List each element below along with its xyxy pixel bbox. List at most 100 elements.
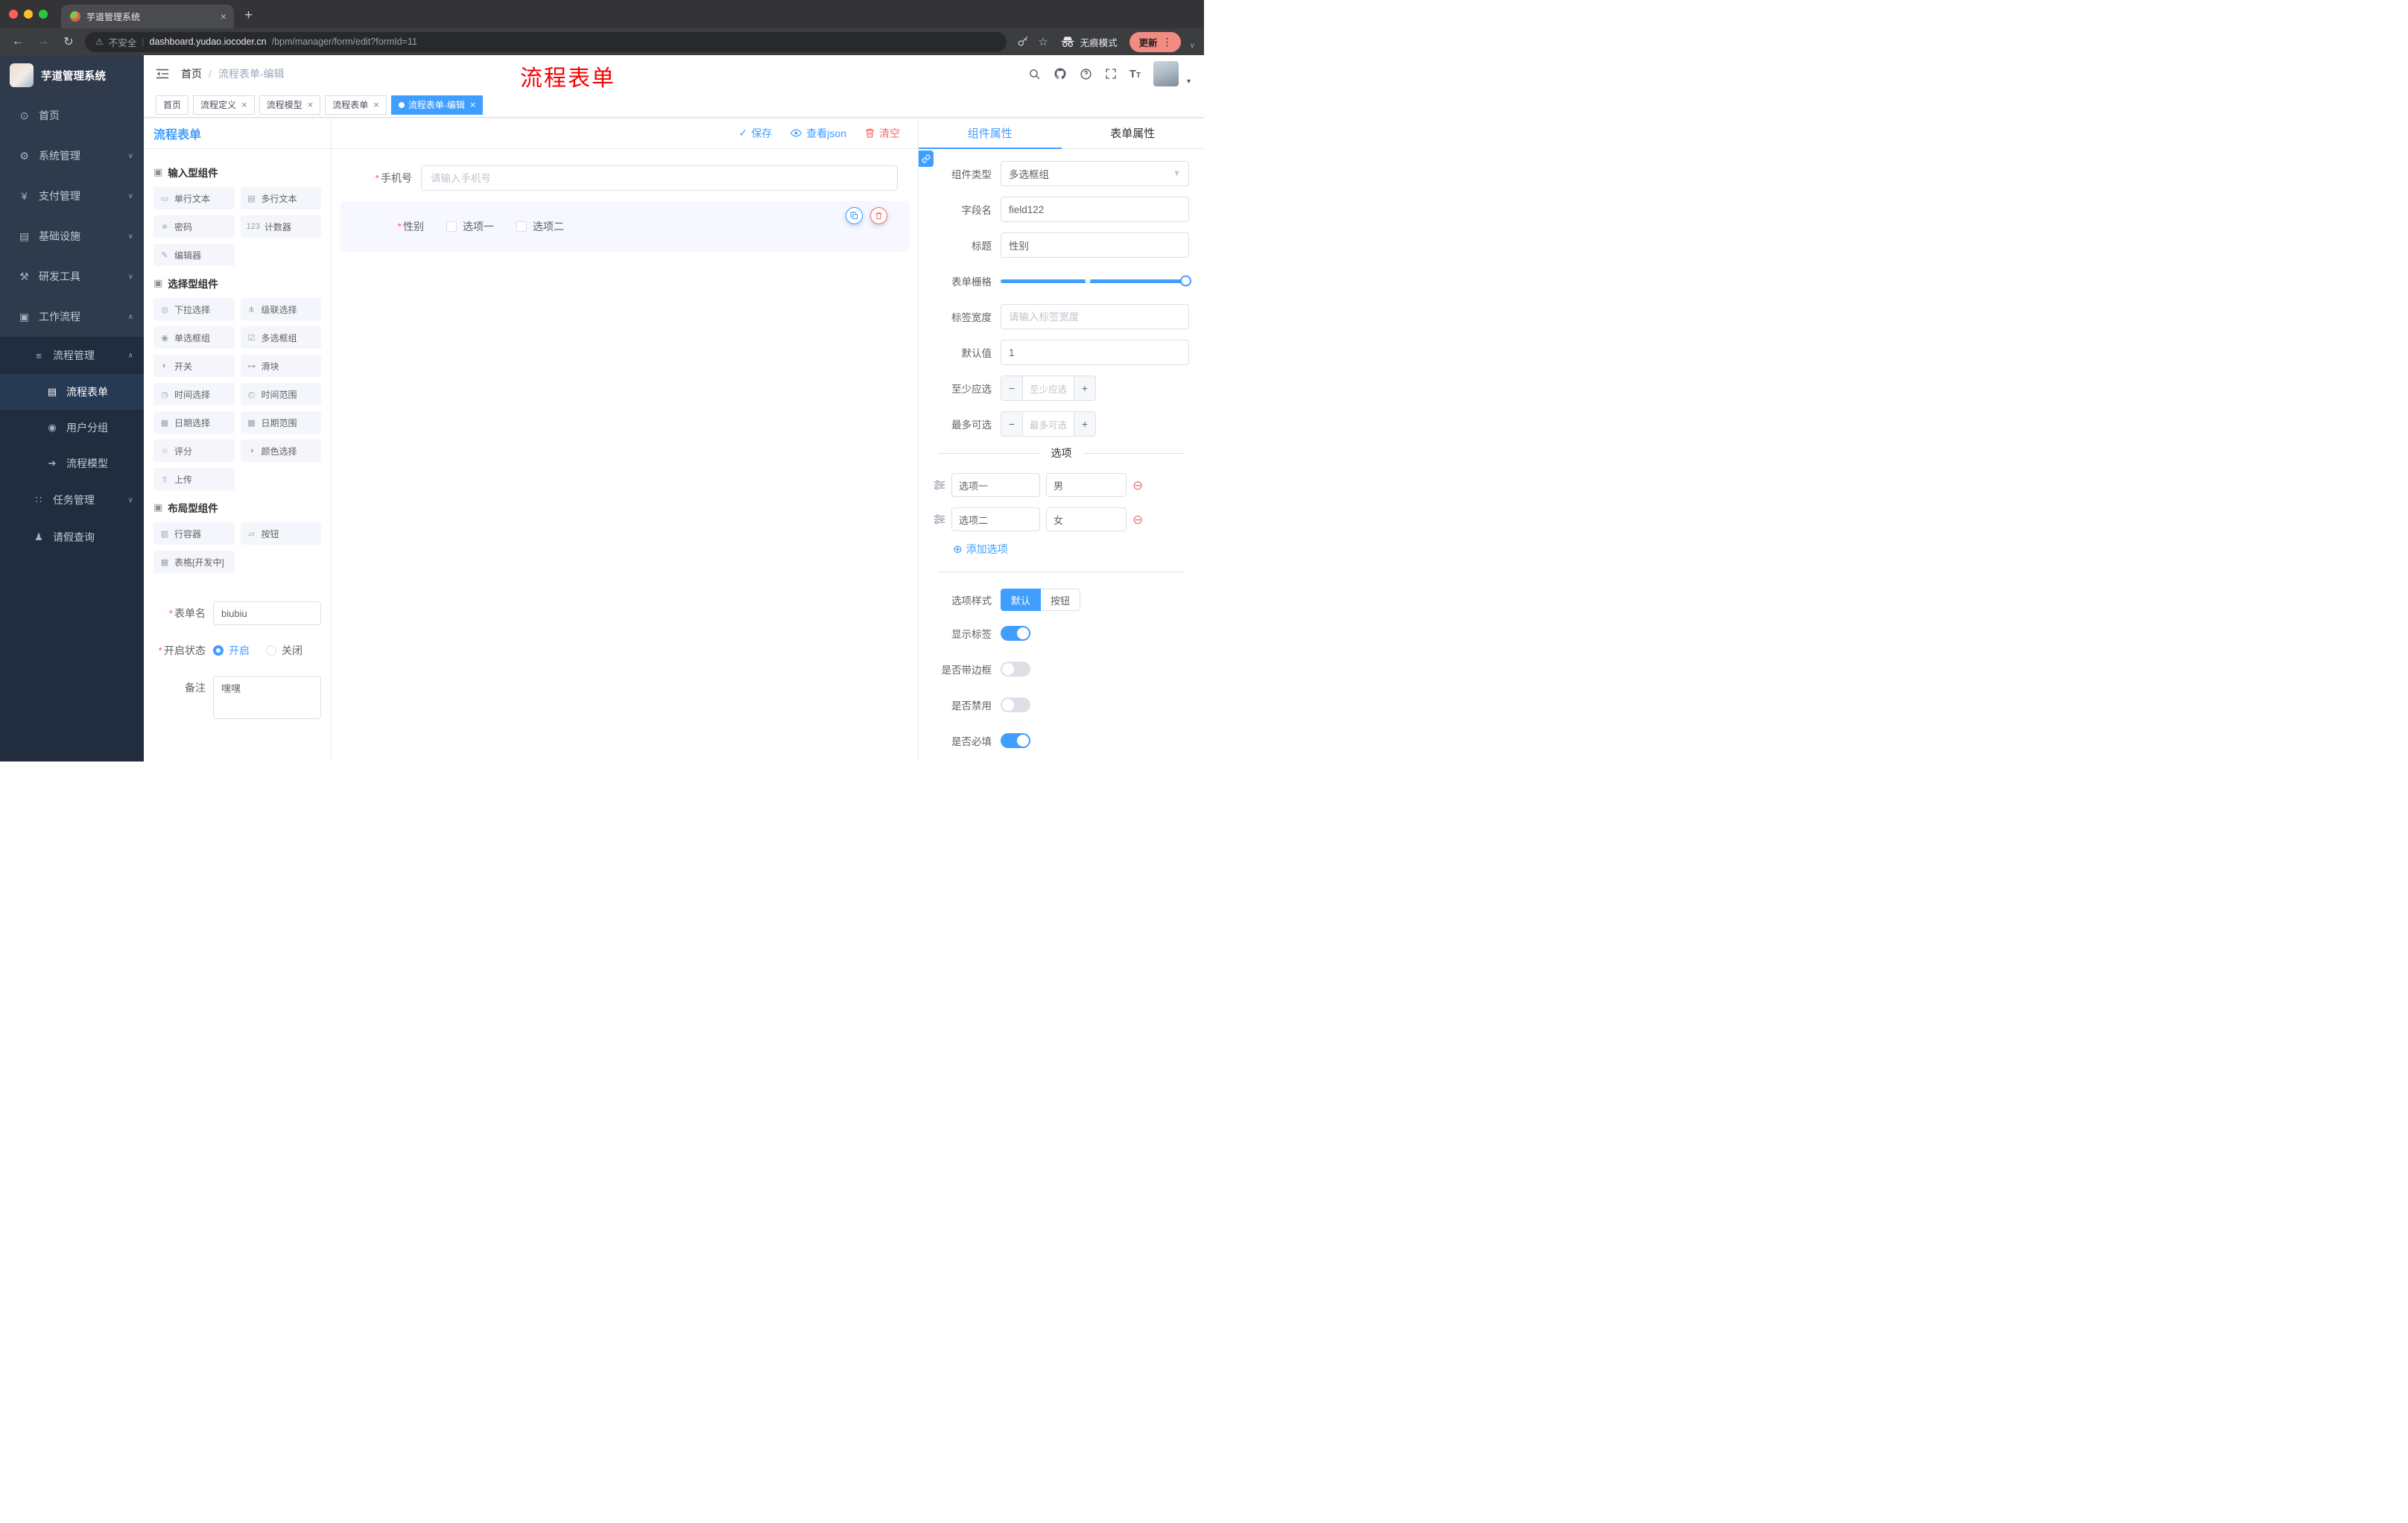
component-checkbox-group[interactable]: ☑ 多选框组: [240, 326, 321, 349]
disabled-toggle[interactable]: [1001, 697, 1030, 712]
new-tab-button[interactable]: +: [234, 7, 263, 28]
tab-form-props[interactable]: 表单属性: [1062, 118, 1205, 148]
gender-field-selected[interactable]: * 性别 选项一 选项二: [340, 201, 909, 252]
component-switch[interactable]: ◐ 开关: [153, 355, 235, 377]
max-select-value[interactable]: 最多可选: [1023, 412, 1074, 436]
remove-option-icon[interactable]: ⊖: [1132, 513, 1143, 526]
browser-tab[interactable]: 芋道管理系统 ×: [61, 4, 234, 28]
tag-process-model[interactable]: 流程模型 ×: [259, 95, 321, 115]
component-multi-text[interactable]: ▤ 多行文本: [240, 187, 321, 209]
avatar-caret-icon[interactable]: ▼: [1185, 77, 1192, 85]
doc-link-button[interactable]: [919, 151, 934, 167]
tag-home[interactable]: 首页: [156, 95, 189, 115]
decrement-button[interactable]: −: [1001, 376, 1023, 400]
radio-open[interactable]: 开启: [213, 639, 250, 662]
sidebar-item-system[interactable]: ⚙ 系统管理 ∨: [0, 136, 144, 176]
sliders-icon[interactable]: [934, 480, 945, 490]
radio-closed[interactable]: 关闭: [266, 639, 302, 662]
component-table[interactable]: ▦ 表格[开发中]: [153, 551, 235, 573]
component-time-picker[interactable]: ◷ 时间选择: [153, 383, 235, 405]
sidebar-item-process-model[interactable]: ➔ 流程模型: [0, 446, 144, 481]
address-bar[interactable]: ⚠ 不安全 | dashboard.yudao.iocoder.cn/bpm/m…: [85, 31, 1007, 52]
border-toggle[interactable]: [1001, 662, 1030, 677]
component-row-container[interactable]: ▥ 行容器: [153, 522, 235, 545]
form-remark-input[interactable]: 嘿嘿: [213, 676, 321, 719]
phone-field[interactable]: * 手机号: [340, 164, 909, 192]
fullscreen-icon[interactable]: [1105, 68, 1117, 80]
sidebar-item-payment[interactable]: ¥ 支付管理 ∨: [0, 176, 144, 216]
option-label-input[interactable]: [951, 473, 1040, 497]
grid-slider[interactable]: [1001, 268, 1191, 294]
component-upload[interactable]: ⇧ 上传: [153, 468, 235, 490]
phone-input[interactable]: [421, 165, 898, 191]
duplicate-field-button[interactable]: [846, 207, 863, 224]
save-button[interactable]: ✓ 保存: [739, 126, 773, 141]
delete-field-button[interactable]: [870, 207, 887, 224]
default-value-input[interactable]: [1001, 340, 1189, 365]
menu-kebab-icon[interactable]: ⋮: [1158, 36, 1177, 48]
sidebar-item-leave-query[interactable]: ♟ 请假查询: [0, 519, 144, 556]
remove-option-icon[interactable]: ⊖: [1132, 479, 1143, 492]
tag-process-form[interactable]: 流程表单 ×: [325, 95, 387, 115]
tab-close-icon[interactable]: ×: [221, 11, 226, 22]
sidebar-item-workflow[interactable]: ▣ 工作流程 ∧: [0, 297, 144, 337]
sidebar-logo[interactable]: 芋道管理系统: [0, 55, 144, 95]
option-label-input[interactable]: [951, 507, 1040, 531]
component-type-select[interactable]: 多选框组 ▼: [1001, 161, 1189, 186]
tag-process-definition[interactable]: 流程定义 ×: [193, 95, 255, 115]
component-editor[interactable]: ✎ 编辑器: [153, 244, 235, 266]
sidebar-item-user-groups[interactable]: ◉ 用户分组: [0, 410, 144, 446]
slider-knob[interactable]: [1180, 275, 1191, 287]
tag-close-icon[interactable]: ×: [373, 99, 379, 110]
sidebar-item-process-mgmt[interactable]: ≡ 流程管理 ∧: [0, 337, 144, 374]
sidebar-item-infra[interactable]: ▤ 基础设施 ∨: [0, 216, 144, 256]
component-rate[interactable]: ☆ 评分: [153, 440, 235, 462]
forward-button[interactable]: →: [34, 35, 52, 48]
show-label-toggle[interactable]: [1001, 626, 1030, 641]
min-select-value[interactable]: 至少应选: [1023, 376, 1074, 400]
tag-close-icon[interactable]: ×: [241, 99, 247, 110]
close-window-button[interactable]: [9, 10, 18, 19]
label-width-input[interactable]: [1001, 304, 1189, 329]
component-button[interactable]: ▱ 按钮: [240, 522, 321, 545]
tag-close-icon[interactable]: ×: [308, 99, 314, 110]
back-button[interactable]: ←: [9, 35, 27, 48]
minimize-window-button[interactable]: [24, 10, 33, 19]
avatar[interactable]: [1153, 61, 1179, 86]
component-time-range[interactable]: ◴ 时间范围: [240, 383, 321, 405]
component-cascader[interactable]: ⋔ 级联选择: [240, 298, 321, 320]
toolbar-chevron-icon[interactable]: ∨: [1190, 42, 1195, 50]
search-icon[interactable]: [1028, 68, 1041, 80]
component-radio-group[interactable]: ◉ 单选框组: [153, 326, 235, 349]
tag-close-icon[interactable]: ×: [470, 99, 476, 110]
style-button-button[interactable]: 按钮: [1041, 589, 1081, 611]
required-toggle[interactable]: [1001, 733, 1030, 748]
clear-button[interactable]: 清空: [864, 126, 900, 141]
component-date-picker[interactable]: ▦ 日期选择: [153, 411, 235, 434]
help-icon[interactable]: [1080, 68, 1092, 80]
security-label[interactable]: 不安全: [109, 35, 137, 49]
hamburger-icon[interactable]: [156, 68, 169, 80]
gender-option-1[interactable]: 选项一: [446, 219, 494, 234]
update-button[interactable]: 更新 ⋮: [1129, 31, 1181, 52]
view-json-button[interactable]: 查看json: [790, 126, 846, 141]
sidebar-item-process-form[interactable]: ▤ 流程表单: [0, 374, 144, 410]
font-size-icon[interactable]: TT: [1129, 68, 1141, 80]
tab-component-props[interactable]: 组件属性: [919, 118, 1062, 149]
github-icon[interactable]: [1054, 67, 1067, 80]
breadcrumb-home[interactable]: 首页: [181, 66, 202, 81]
field-name-input[interactable]: [1001, 197, 1189, 222]
sidebar-item-home[interactable]: ⊙ 首页: [0, 95, 144, 136]
component-counter[interactable]: 123 计数器: [240, 215, 321, 238]
sidebar-item-task-mgmt[interactable]: ∷ 任务管理 ∨: [0, 481, 144, 519]
decrement-button[interactable]: −: [1001, 412, 1023, 436]
zoom-window-button[interactable]: [39, 10, 48, 19]
gender-option-2[interactable]: 选项二: [516, 219, 564, 234]
component-single-text[interactable]: ▭ 单行文本: [153, 187, 235, 209]
tag-process-form-edit[interactable]: 流程表单-编辑 ×: [390, 95, 484, 115]
checkbox-icon[interactable]: [446, 221, 457, 232]
sidebar-item-devtools[interactable]: ⚒ 研发工具 ∨: [0, 256, 144, 297]
sliders-icon[interactable]: [934, 514, 945, 525]
checkbox-icon[interactable]: [516, 221, 527, 232]
add-option-button[interactable]: ⊕ 添加选项: [953, 542, 1189, 557]
